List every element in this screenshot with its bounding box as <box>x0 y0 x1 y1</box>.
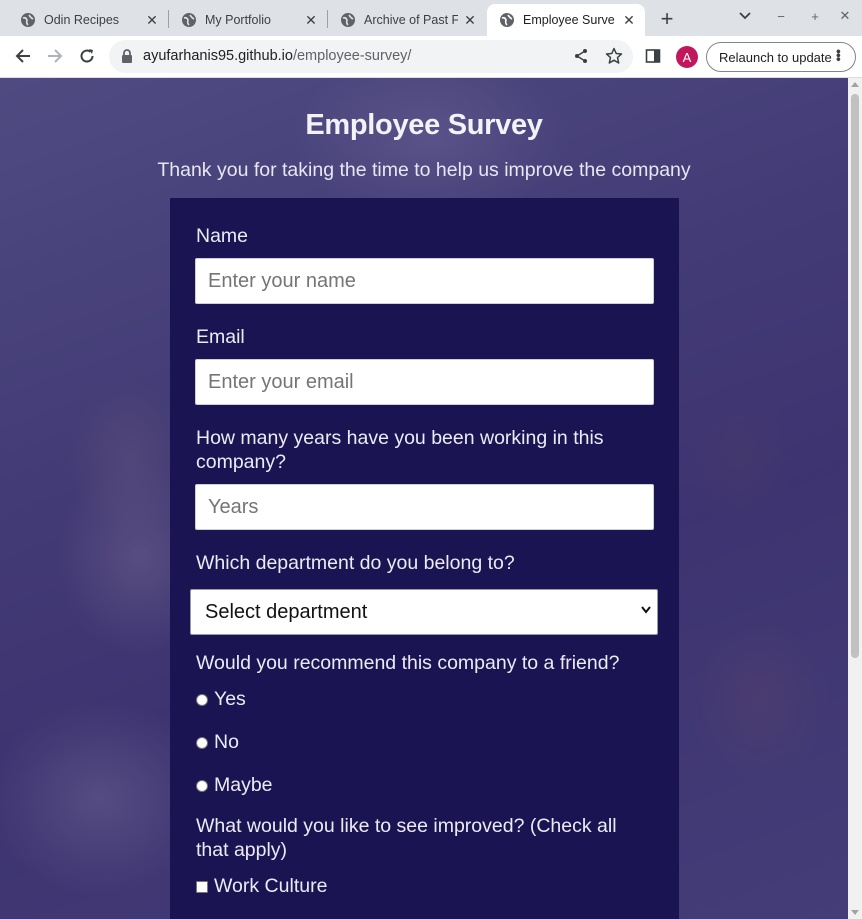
page-description: Thank you for taking the time to help us… <box>157 159 691 181</box>
department-selected-value: Select department <box>205 600 368 623</box>
forward-arrow-icon[interactable] <box>40 41 70 71</box>
scrollbar-thumb[interactable] <box>851 94 859 658</box>
email-input[interactable] <box>195 359 654 405</box>
chevron-down-icon <box>641 606 651 614</box>
page-scrollbar[interactable] <box>848 78 862 919</box>
name-label: Name <box>196 225 249 247</box>
scroll-up-arrow-icon[interactable] <box>851 82 859 87</box>
relaunch-to-update-button[interactable]: Relaunch to update ••• <box>706 42 856 72</box>
maximize-icon[interactable]: + <box>800 4 830 28</box>
checkbox[interactable] <box>196 880 208 893</box>
page-viewport: Employee Survey Thank you for taking the… <box>0 78 862 919</box>
improve-label: What would you like to see improved? (Ch… <box>196 815 617 861</box>
recommend-label: Would you recommend this company to a fr… <box>196 652 620 674</box>
reload-icon[interactable] <box>72 41 102 71</box>
globe-icon <box>341 13 355 27</box>
tab-title: Employee Surve <box>523 13 615 27</box>
url-path: /employee-survey/ <box>292 48 412 64</box>
new-tab-plus-icon[interactable]: + <box>654 6 680 32</box>
radio-label: No <box>214 731 239 753</box>
radio-button[interactable] <box>196 779 208 792</box>
radio-label: Maybe <box>214 774 273 796</box>
close-tab-icon[interactable]: ✕ <box>462 12 478 28</box>
survey-page: Employee Survey Thank you for taking the… <box>0 78 848 919</box>
tab-employee-survey[interactable]: Employee Surve ✕ <box>487 4 645 36</box>
tab-title: Odin Recipes <box>44 13 120 27</box>
share-icon[interactable] <box>573 48 589 64</box>
checkbox-option-work-culture[interactable]: Work Culture <box>196 875 327 898</box>
checkbox-label: Work Culture <box>214 875 328 897</box>
close-tab-icon[interactable]: ✕ <box>621 12 637 28</box>
department-select[interactable]: Select department <box>190 589 658 635</box>
radio-option-yes[interactable]: Yes <box>196 688 246 711</box>
minimize-icon[interactable]: − <box>766 4 796 28</box>
radio-button[interactable] <box>196 736 208 749</box>
url-host: ayufarhanis95.github.io <box>143 48 293 64</box>
close-window-icon[interactable]: ✕ <box>830 4 860 28</box>
name-input[interactable] <box>195 258 654 304</box>
tab-my-portfolio[interactable]: My Portfolio ✕ <box>169 4 327 36</box>
radio-option-no[interactable]: No <box>196 731 239 754</box>
years-input[interactable] <box>195 484 654 530</box>
url-text: ayufarhanis95.github.io/employee-survey/ <box>143 40 411 73</box>
globe-icon <box>182 13 196 27</box>
radio-option-maybe[interactable]: Maybe <box>196 774 273 797</box>
tab-search-chevron-down-icon[interactable] <box>730 4 760 28</box>
more-menu-icon[interactable]: ••• <box>831 49 847 61</box>
tab-archive[interactable]: Archive of Past F ✕ <box>328 4 486 36</box>
browser-toolbar: ayufarhanis95.github.io/employee-survey/… <box>0 36 862 78</box>
radio-button[interactable] <box>196 693 208 706</box>
profile-avatar[interactable]: A <box>676 46 698 68</box>
globe-icon <box>21 13 35 27</box>
page-title: Employee Survey <box>305 109 543 141</box>
bookmark-star-icon[interactable] <box>605 47 623 65</box>
scroll-down-arrow-icon[interactable] <box>851 910 859 915</box>
tab-title: My Portfolio <box>205 13 271 27</box>
side-panel-icon[interactable] <box>645 48 661 64</box>
years-label: How many years have you been working in … <box>196 427 604 473</box>
radio-label: Yes <box>214 688 246 710</box>
tab-odin-recipes[interactable]: Odin Recipes ✕ <box>8 4 168 36</box>
back-arrow-icon[interactable] <box>8 41 38 71</box>
email-label: Email <box>196 326 245 348</box>
browser-tab-bar: Odin Recipes ✕ My Portfolio ✕ Archive of… <box>0 0 862 36</box>
lock-icon[interactable] <box>121 49 133 63</box>
department-label: Which department do you belong to? <box>196 552 515 574</box>
close-tab-icon[interactable]: ✕ <box>144 12 160 28</box>
close-tab-icon[interactable]: ✕ <box>303 12 319 28</box>
globe-icon <box>500 13 514 27</box>
relaunch-label: Relaunch to update <box>719 49 832 65</box>
tab-title: Archive of Past F <box>364 13 458 27</box>
address-bar[interactable]: ayufarhanis95.github.io/employee-survey/ <box>109 40 633 73</box>
survey-form: Name Email How many years have you been … <box>170 198 679 919</box>
